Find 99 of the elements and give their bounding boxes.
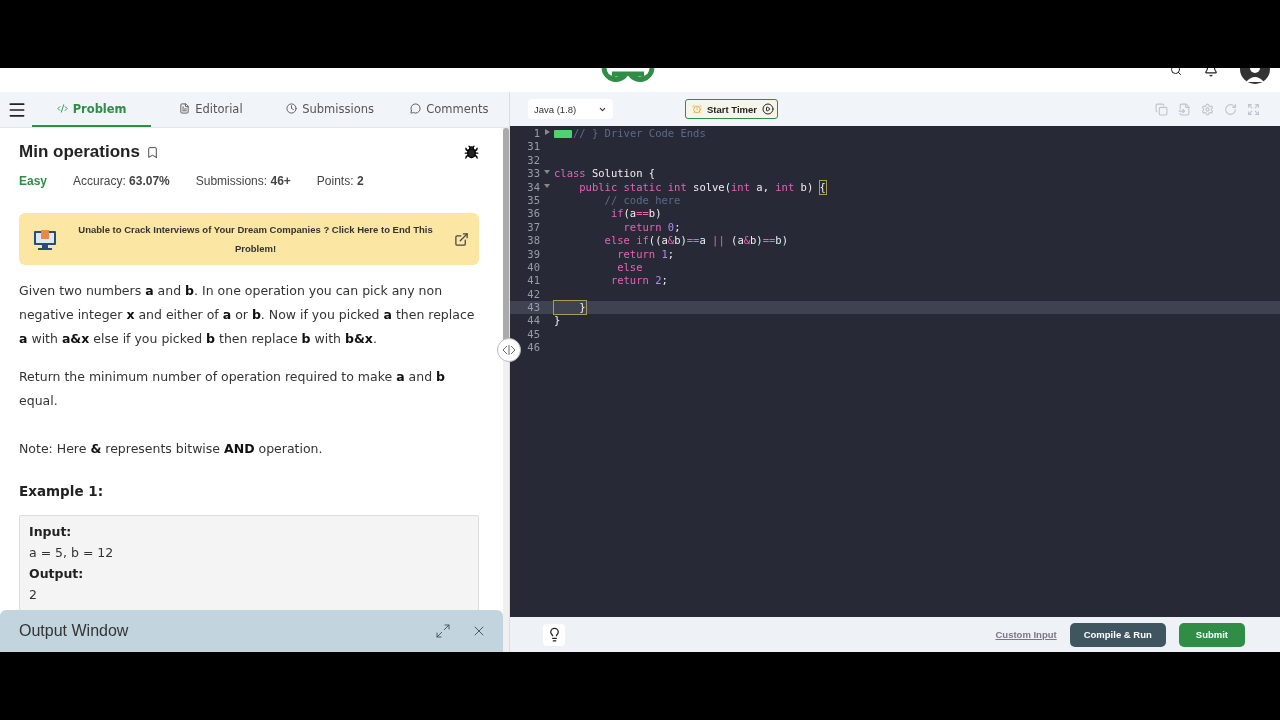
logo-icon[interactable]: [600, 68, 656, 82]
code-token: b): [674, 234, 687, 248]
output-window-title: Output Window: [19, 622, 129, 640]
example-heading: Example 1:: [19, 483, 105, 499]
code-token: 0: [667, 220, 675, 235]
example-value: a = 5, b = 12: [29, 545, 115, 560]
code-icon: [56, 103, 68, 114]
problem-tab[interactable]: Submissions: [270, 92, 390, 127]
code-token: ==: [762, 234, 776, 248]
example-label: Output:: [29, 566, 85, 581]
line-number: 35: [526, 193, 540, 208]
code-token: }: [554, 314, 561, 328]
expand-icon[interactable]: [435, 623, 451, 639]
description-paragraph: Note: Here & represents bitwise AND operation.: [19, 440, 324, 458]
line-number: 33: [526, 167, 540, 181]
compile-run-button[interactable]: Compile & Run: [1069, 622, 1166, 647]
line-number: 40: [526, 260, 540, 275]
code-token: b): [648, 207, 662, 221]
computer-icon: [33, 228, 57, 250]
code-token: 2: [655, 274, 662, 288]
line-number: 1: [532, 127, 540, 141]
code-token: a: [699, 234, 707, 248]
document-icon: [179, 103, 191, 114]
line-number: 37: [526, 220, 540, 235]
code-token: ;: [674, 220, 681, 235]
code-token: else if: [603, 234, 649, 248]
submit-button[interactable]: Submit: [1178, 622, 1245, 647]
code-token: ||: [712, 234, 725, 248]
problem-stat: Accuracy: 63.07%: [73, 174, 170, 188]
line-number: 31: [526, 140, 540, 154]
code-token: class: [554, 167, 586, 181]
example-label: Input:: [29, 524, 73, 539]
code-token: (a: [623, 207, 637, 221]
code-token: return: [622, 220, 663, 235]
banner-link[interactable]: Unable to Crack Interviews of Your Dream Companies ? Click Here to End This Problem!: [69, 220, 442, 258]
line-number: 43: [526, 301, 540, 315]
line-number: 34: [526, 180, 540, 194]
code-token: public static int: [578, 180, 687, 194]
avatar-icon[interactable]: [1240, 68, 1270, 84]
line-number: 36: [526, 207, 540, 221]
folded-code-marker[interactable]: [554, 129, 572, 138]
code-token: b): [799, 180, 815, 194]
problem-title: Min operations: [19, 142, 140, 162]
code-token: ==: [636, 207, 649, 221]
code-token: 1: [661, 247, 668, 261]
code-token: return: [616, 247, 657, 261]
code-token: ((a: [648, 234, 668, 248]
line-number: 46: [526, 341, 540, 355]
code-token: (a: [730, 234, 744, 248]
fold-arrow-icon[interactable]: [544, 129, 550, 135]
problem-stat: Submissions: 46+: [195, 174, 291, 188]
problem-tab[interactable]: Comments: [389, 92, 509, 127]
code-token: if: [609, 207, 624, 221]
problem-stat: Points: 2: [316, 174, 364, 188]
line-number: 44: [526, 314, 540, 328]
alarm-clock-icon: [692, 104, 702, 114]
language-select[interactable]: Java (1.8): [528, 99, 613, 119]
code-token: return: [609, 274, 650, 288]
fold-arrow-icon[interactable]: [544, 183, 550, 189]
code-token: b): [750, 234, 763, 248]
chat-icon: [410, 103, 422, 114]
code-token: &: [667, 234, 675, 248]
code-token: // code here: [603, 193, 681, 208]
code-token: {: [819, 180, 826, 194]
code-token: b): [775, 234, 788, 248]
code-token: Solution {: [590, 167, 656, 181]
line-number: 38: [526, 234, 540, 248]
external-link-icon[interactable]: [454, 231, 469, 247]
bookmark-icon[interactable]: [145, 145, 159, 159]
difficulty-label: Easy: [19, 174, 48, 188]
clock-icon: [286, 103, 298, 114]
code-token: a,: [755, 180, 770, 194]
example-value: 2: [29, 587, 38, 602]
code-token: &: [743, 234, 751, 248]
play-icon: [762, 103, 774, 115]
code-token: ;: [661, 274, 668, 288]
code-token: solve(: [692, 180, 732, 194]
line-number: 42: [526, 287, 540, 302]
description-paragraph: Return the minimum number of operation required to make a and b equal.: [19, 368, 447, 410]
resize-handle[interactable]: [497, 338, 521, 362]
hint-button[interactable]: [543, 623, 565, 646]
fold-arrow-icon[interactable]: [544, 170, 550, 176]
code-token: ;: [667, 247, 675, 261]
custom-input-link[interactable]: Custom Input: [995, 629, 1057, 640]
code-token: int: [731, 180, 750, 194]
description-paragraph: Given two numbers a and b. In one operation you can pick any non negative integer x and either of a or b. Now if you picked a then replace a with a&x else if you picked b then replace b with b&x.: [19, 282, 476, 348]
code-token: else: [616, 260, 643, 275]
code-token: ==: [686, 234, 700, 248]
start-timer-button[interactable]: Start Timer: [685, 99, 778, 119]
line-number: 45: [526, 327, 540, 342]
code-token: int: [775, 180, 795, 194]
code-token: // } Driver Code Ends: [573, 127, 706, 141]
line-number: 39: [526, 247, 540, 261]
problem-tab[interactable]: Editorial: [151, 92, 271, 127]
code-token: }: [554, 301, 586, 315]
line-number: 41: [526, 274, 540, 288]
bug-icon[interactable]: [464, 144, 479, 160]
line-number: 32: [526, 153, 540, 168]
problem-tab[interactable]: Problem: [32, 92, 152, 127]
